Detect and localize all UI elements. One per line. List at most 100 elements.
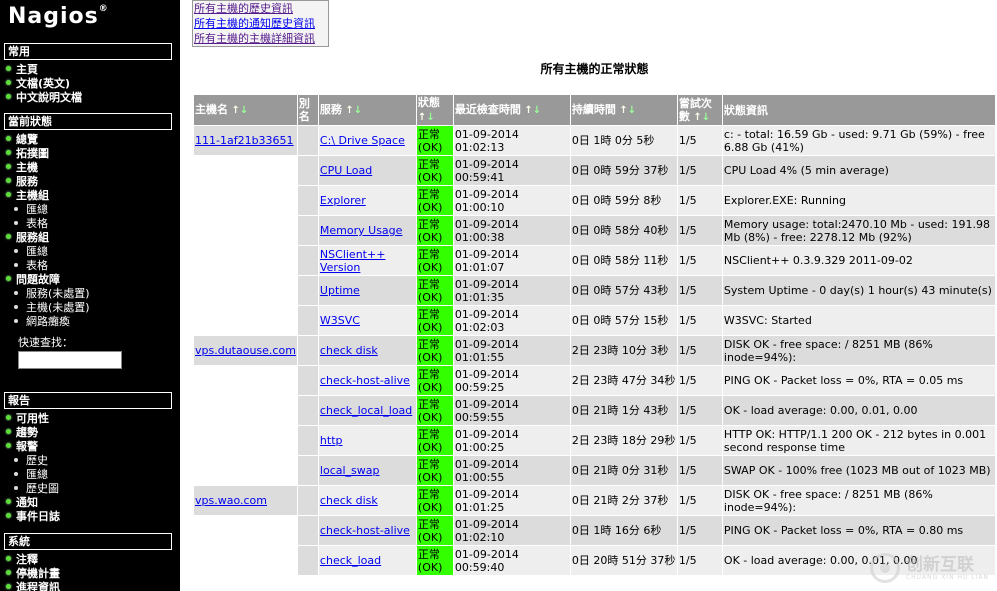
quick-search-label: 快速查找：	[18, 336, 73, 349]
service-link[interactable]: CPU Load	[320, 164, 372, 177]
sidebar-item-label[interactable]: 主機組	[16, 189, 49, 202]
sort-arrows-icon[interactable]: ↑↓	[521, 105, 541, 116]
sidebar-item-label[interactable]: 中文說明文檔	[16, 91, 82, 104]
sidebar-item-label[interactable]: 總覽	[16, 133, 38, 146]
sidebar-item-label[interactable]: 網路癱瘓	[26, 315, 70, 328]
sidebar-item[interactable]: 問題故障	[6, 273, 90, 287]
host-link[interactable]: vps.dutaouse.com	[195, 344, 296, 357]
sidebar-item[interactable]: 表格	[6, 259, 90, 273]
link-all-hosts-history[interactable]: 所有主機的歷史資訊	[193, 1, 328, 16]
sidebar-item-label[interactable]: 服務	[16, 175, 38, 188]
service-link[interactable]: check-host-alive	[320, 374, 410, 387]
sidebar-item-label[interactable]: 進程資訊	[16, 581, 60, 591]
service-link[interactable]: check_local_load	[320, 404, 412, 417]
sidebar-item[interactable]: 服務(未處置)	[6, 287, 90, 301]
service-link[interactable]: check disk	[320, 494, 378, 507]
service-link[interactable]: Memory Usage	[320, 224, 403, 237]
sidebar-item[interactable]: 主頁	[6, 63, 82, 77]
sidebar-item[interactable]: 停機計畫	[6, 567, 60, 581]
green-bullet-icon	[6, 150, 11, 155]
sidebar-item-label[interactable]: 歷史	[26, 454, 48, 467]
sidebar-item[interactable]: 拓撲圖	[6, 147, 90, 161]
service-link[interactable]: check-host-alive	[320, 524, 410, 537]
sidebar-item-label[interactable]: 匯總	[26, 203, 48, 216]
sidebar-item[interactable]: 報警	[6, 440, 60, 454]
service-link[interactable]: http	[320, 434, 343, 447]
link-all-hosts-detail[interactable]: 所有主機的主機詳細資訊	[193, 31, 328, 46]
duration-cell: 0日 21時 2分 37秒	[570, 486, 677, 515]
status-sublabel: (OK)	[417, 470, 443, 484]
sidebar-item-label[interactable]: 通知	[16, 496, 38, 509]
sidebar-item-label[interactable]: 主頁	[16, 63, 38, 76]
sidebar-item-label[interactable]: 主機(未處置)	[26, 301, 90, 314]
sidebar-item[interactable]: 可用性	[6, 412, 60, 426]
sidebar-item-label[interactable]: 事件日誌	[16, 510, 60, 523]
sidebar-item-label[interactable]: 主機	[16, 161, 38, 174]
sidebar-item-label[interactable]: 文檔(英文)	[16, 77, 70, 90]
last-check-cell: 01-09-2014 01:01:25	[453, 486, 570, 515]
service-link[interactable]: Uptime	[320, 284, 360, 297]
status-sublabel: (OK)	[417, 410, 443, 424]
sidebar-item[interactable]: 主機組	[6, 189, 90, 203]
service-link[interactable]: local_swap	[320, 464, 380, 477]
sidebar-item[interactable]: 文檔(英文)	[6, 77, 82, 91]
sidebar-item[interactable]: 服務	[6, 175, 90, 189]
service-link[interactable]: Explorer	[320, 194, 366, 207]
service-link[interactable]: NSClient++ Version	[320, 248, 386, 274]
sort-arrows-icon[interactable]: ↑↓	[616, 105, 636, 116]
link-all-hosts-notification-history[interactable]: 所有主機的通知歷史資訊	[193, 16, 328, 31]
host-link[interactable]: vps.wao.com	[195, 494, 267, 507]
service-link[interactable]: C:\ Drive Space	[320, 134, 405, 147]
sidebar-item-label[interactable]: 匯總	[26, 245, 48, 258]
last-check-cell: 01-09-2014 01:02:10	[453, 516, 570, 545]
sidebar-item[interactable]: 主機	[6, 161, 90, 175]
quick-search-input[interactable]	[18, 351, 122, 369]
attempt-cell: 1/5	[677, 126, 722, 155]
service-link[interactable]: check_load	[320, 554, 381, 567]
sort-arrows-icon[interactable]: ↑↓	[342, 105, 362, 116]
service-link[interactable]: W3SVC	[320, 314, 360, 327]
sidebar-item-label[interactable]: 趨勢	[16, 426, 38, 439]
sidebar-item-label[interactable]: 問題故障	[16, 273, 60, 286]
sidebar-item[interactable]: 匯總	[6, 468, 60, 482]
dot-bullet-icon	[14, 458, 18, 462]
host-link[interactable]: 111-1af21b33651	[195, 134, 294, 147]
sidebar-item-label[interactable]: 歷史圖	[26, 482, 59, 495]
sidebar-item[interactable]: 匯總	[6, 245, 90, 259]
sidebar-item[interactable]: 表格	[6, 217, 90, 231]
sidebar-item[interactable]: 歷史圖	[6, 482, 60, 496]
sidebar-item-label[interactable]: 匯總	[26, 468, 48, 481]
sidebar-item-label[interactable]: 服務組	[16, 231, 49, 244]
sidebar-item[interactable]: 網路癱瘓	[6, 315, 90, 329]
sidebar-item-label[interactable]: 報警	[16, 440, 38, 453]
sidebar-item[interactable]: 進程資訊	[6, 581, 60, 591]
nagios-logo[interactable]: Nagios®	[8, 4, 109, 29]
sidebar-item[interactable]: 事件日誌	[6, 510, 60, 524]
status-label: 正常	[417, 307, 440, 321]
sidebar-item[interactable]: 通知	[6, 496, 60, 510]
sidebar-item-label[interactable]: 可用性	[16, 412, 49, 425]
sidebar-item-label[interactable]: 表格	[26, 259, 48, 272]
sidebar-item-label[interactable]: 停機計畫	[16, 567, 60, 580]
sidebar-item-label[interactable]: 服務(未處置)	[26, 287, 90, 300]
sidebar-item-label[interactable]: 注釋	[16, 553, 38, 566]
sort-arrows-icon[interactable]: ↑↓	[418, 112, 435, 123]
sidebar-item[interactable]: 匯總	[6, 203, 90, 217]
green-bullet-icon	[6, 556, 11, 561]
watermark-subtext: CHUANG XIN HU LIAN	[905, 573, 989, 581]
green-bullet-icon	[6, 94, 11, 99]
sidebar-item[interactable]: 趨勢	[6, 426, 60, 440]
sidebar-item[interactable]: 服務組	[6, 231, 90, 245]
sidebar-item[interactable]: 中文說明文檔	[6, 91, 82, 105]
sidebar-item[interactable]: 注釋	[6, 553, 60, 567]
sidebar-item-label[interactable]: 表格	[26, 217, 48, 230]
service-link[interactable]: check disk	[320, 344, 378, 357]
sidebar-item[interactable]: 歷史	[6, 454, 60, 468]
sidebar-item[interactable]: 主機(未處置)	[6, 301, 90, 315]
sidebar-item[interactable]: 總覽	[6, 133, 90, 147]
sidebar-item-label[interactable]: 拓撲圖	[16, 147, 49, 160]
sort-arrows-icon[interactable]: ↑↓	[690, 112, 710, 123]
last-check-cell: 01-09-2014 00:59:55	[453, 396, 570, 425]
sort-arrows-icon[interactable]: ↑↓	[228, 105, 248, 116]
column-header-label: 狀態	[417, 96, 440, 109]
